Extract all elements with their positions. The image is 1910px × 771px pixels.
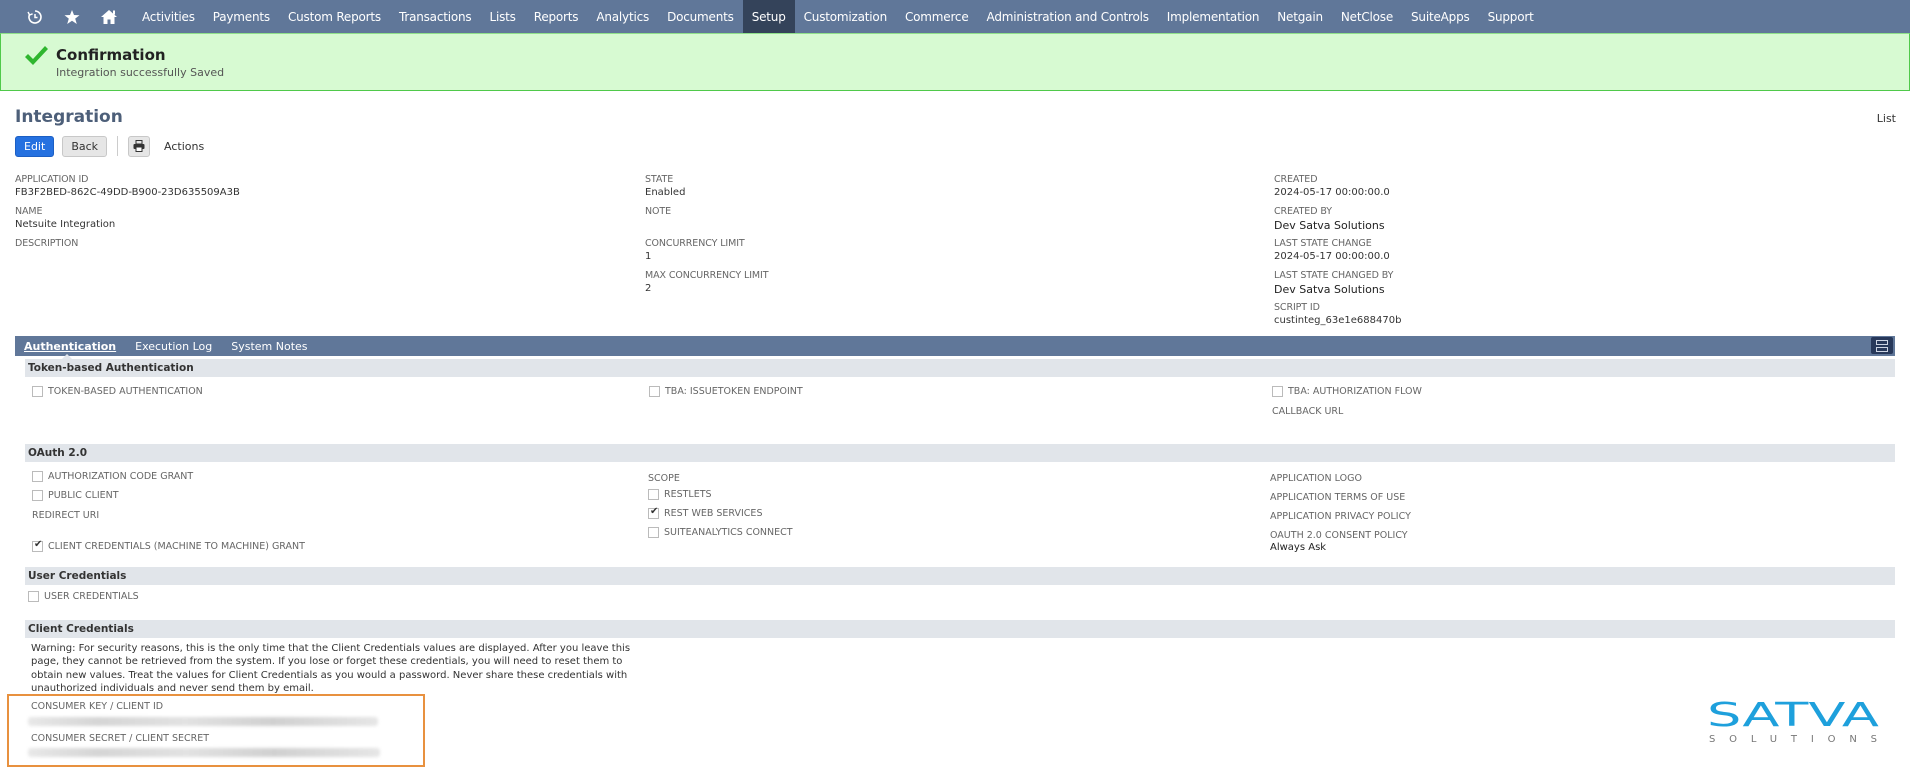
consent-policy-label: OAUTH 2.0 CONSENT POLICY [1270,530,1408,541]
section-user-credentials: User Credentials [25,567,1895,585]
recent-records-icon[interactable] [22,0,48,33]
logo-tagline-text: SOLUTIONS [1709,734,1877,745]
section-oauth-2: OAuth 2.0 [25,444,1895,462]
nav-item-netgain[interactable]: Netgain [1268,0,1332,33]
nav-item-implementation[interactable]: Implementation [1158,0,1269,33]
home-icon[interactable] [96,0,122,33]
token-based-auth-checkbox[interactable]: TOKEN-BASED AUTHENTICATION [32,386,203,397]
field-description: DESCRIPTION [15,238,79,249]
back-button[interactable]: Back [62,135,108,157]
consent-policy-value: Always Ask [1270,542,1327,553]
toolbar-divider [117,136,119,156]
field-note: NOTE [645,206,671,217]
consumer-key-value-redacted [28,717,378,726]
field-application-id: APPLICATION ID FB3F2BED-862C-49DD-B900-2… [15,174,240,198]
logo-brand-text: SATVA [1707,696,1880,734]
nav-item-custom-reports[interactable]: Custom Reports [279,0,390,33]
nav-item-suiteapps[interactable]: SuiteApps [1402,0,1479,33]
favorites-star-icon[interactable] [59,0,85,33]
nav-item-analytics[interactable]: Analytics [587,0,658,33]
scope-suiteanalytics-connect-checkbox[interactable]: SUITEANALYTICS CONNECT [648,527,793,538]
nav-item-lists[interactable]: Lists [480,0,524,33]
tba-authorization-flow-checkbox[interactable]: TBA: AUTHORIZATION FLOW [1272,386,1422,397]
nav-item-reports[interactable]: Reports [525,0,588,33]
field-script-id: SCRIPT ID custinteg_63e1e688470b [1274,302,1402,326]
actions-menu[interactable]: Actions [164,140,204,153]
subtab-bar: Authentication Execution Log System Note… [15,336,1895,359]
confirmation-banner: Confirmation Integration successfully Sa… [0,33,1910,91]
tba-issuetoken-endpoint-checkbox[interactable]: TBA: ISSUETOKEN ENDPOINT [649,386,803,397]
tab-execution-log[interactable]: Execution Log [135,340,212,353]
section-token-based-authentication: Token-based Authentication [25,359,1895,377]
application-privacy-label: APPLICATION PRIVACY POLICY [1270,511,1411,522]
collapse-sections-button[interactable] [1871,337,1893,354]
nav-item-transactions[interactable]: Transactions [390,0,481,33]
checkmark-icon [25,46,48,65]
nav-item-documents[interactable]: Documents [658,0,743,33]
user-credentials-checkbox[interactable]: USER CREDENTIALS [28,591,139,602]
public-client-checkbox[interactable]: PUBLIC CLIENT [32,490,119,501]
list-link[interactable]: List [1877,112,1896,125]
edit-button[interactable]: Edit [15,135,55,157]
application-logo-label: APPLICATION LOGO [1270,473,1362,484]
scope-rest-web-services-checkbox[interactable]: REST WEB SERVICES [648,506,762,519]
nav-item-administration-and-controls[interactable]: Administration and Controls [978,0,1158,33]
consumer-key-label: CONSUMER KEY / CLIENT ID [31,701,164,712]
top-navigation: Activities Payments Custom Reports Transact… [0,0,1910,33]
client-credentials-grant-checkbox[interactable]: CLIENT CREDENTIALS (MACHINE TO MACHINE) … [32,539,305,552]
field-last-state-changed-by: LAST STATE CHANGED BY Dev Satva Solution… [1274,270,1394,296]
nav-item-customization[interactable]: Customization [795,0,896,33]
application-terms-label: APPLICATION TERMS OF USE [1270,492,1406,503]
field-last-state-change: LAST STATE CHANGE 2024-05-17 00:00:00.0 [1274,238,1390,262]
field-name: NAME Netsuite Integration [15,206,116,230]
page-title: Integration [15,107,123,127]
field-concurrency-limit: CONCURRENCY LIMIT 1 [645,238,745,262]
printer-icon [133,140,145,152]
scope-label: SCOPE [648,473,680,484]
redirect-uri-label: REDIRECT URI [32,510,100,521]
satva-solutions-logo: SATVA SOLUTIONS [1707,695,1882,746]
callback-url-label: CALLBACK URL [1272,406,1344,417]
field-created-by: CREATED BY Dev Satva Solutions [1274,206,1385,232]
nav-item-payments[interactable]: Payments [204,0,279,33]
field-max-concurrency-limit: MAX CONCURRENCY LIMIT 2 [645,270,769,294]
client-credentials-warning: Warning: For security reasons, this is t… [31,643,631,694]
tab-system-notes[interactable]: System Notes [231,340,307,353]
nav-item-netclose[interactable]: NetClose [1332,0,1402,33]
nav-item-setup[interactable]: Setup [742,0,795,33]
print-button[interactable] [128,135,151,157]
section-client-credentials: Client Credentials [25,620,1895,638]
authorization-code-grant-checkbox[interactable]: AUTHORIZATION CODE GRANT [32,471,193,482]
nav-item-commerce[interactable]: Commerce [896,0,978,33]
nav-item-support[interactable]: Support [1479,0,1543,33]
field-state: STATE Enabled [645,174,686,198]
consumer-secret-value-redacted [28,748,380,757]
confirmation-title: Confirmation [56,46,166,64]
consumer-secret-label: CONSUMER SECRET / CLIENT SECRET [31,733,210,744]
record-toolbar: Edit Back Actions [15,135,204,157]
confirmation-message: Integration successfully Saved [56,66,225,79]
scope-restlets-checkbox[interactable]: RESTLETS [648,489,712,500]
tab-authentication[interactable]: Authentication [24,340,116,359]
nav-item-activities[interactable]: Activities [133,0,204,33]
field-created: CREATED 2024-05-17 00:00:00.0 [1274,174,1390,198]
